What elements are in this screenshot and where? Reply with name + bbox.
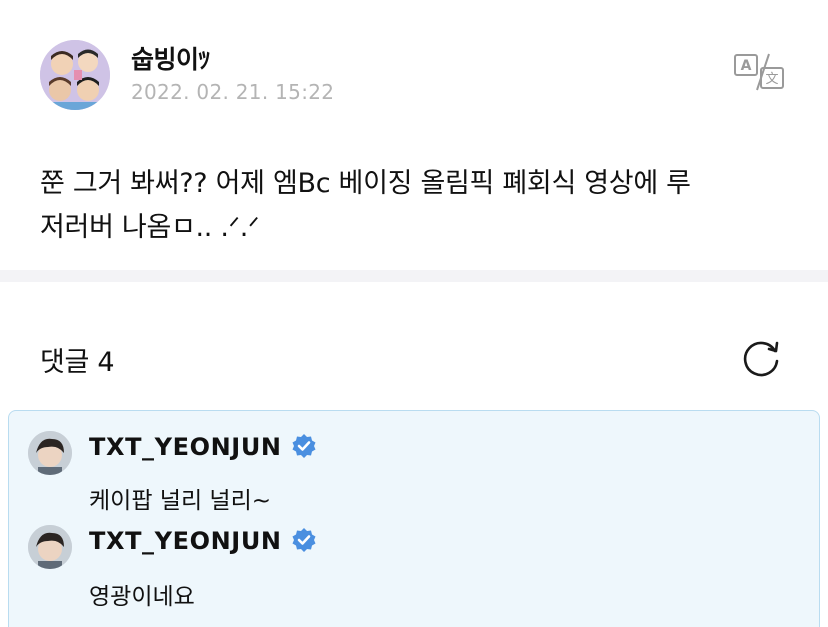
post-body-line: 저러버 나옴ㅁ.. .ᐟ.ᐟ bbox=[40, 212, 260, 243]
comments-title: 댓글 4 bbox=[40, 347, 115, 378]
comment-text: 영광이네요 bbox=[89, 584, 195, 610]
comment-author-avatar[interactable] bbox=[28, 431, 72, 475]
comment-item[interactable]: TXT_YEONJUN 케이팝 널리 널리~ bbox=[9, 411, 821, 514]
refresh-button[interactable] bbox=[739, 337, 783, 381]
author-name-text: 숩빙이 bbox=[131, 45, 199, 74]
post-body: 쭌 그거 봐써?? 어제 엠Bc 베이징 올림픽 폐회식 영상에 루 저러버 나… bbox=[40, 162, 800, 250]
comment-item[interactable]: TXT_YEONJUN 영광이네요 bbox=[9, 505, 821, 610]
post-author-avatar[interactable] bbox=[40, 40, 110, 110]
svg-text:A: A bbox=[741, 58, 752, 74]
comment-author-name[interactable]: TXT_YEONJUN bbox=[89, 433, 282, 461]
author-name-badge: ﾂ bbox=[198, 48, 211, 74]
comments-header: 댓글 4 bbox=[0, 282, 828, 410]
refresh-icon bbox=[743, 341, 779, 377]
post-body-line: 쭌 그거 봐써?? 어제 엠Bc 베이징 올림픽 폐회식 영상에 루 bbox=[40, 168, 691, 199]
verified-badge-icon bbox=[292, 434, 316, 458]
section-divider bbox=[0, 270, 828, 282]
svg-text:文: 文 bbox=[765, 72, 778, 87]
avatar-photo bbox=[28, 525, 72, 569]
translate-icon: A 文 bbox=[734, 53, 784, 91]
post-author-name[interactable]: 숩빙이ﾂ bbox=[131, 40, 210, 76]
verified-badge-icon bbox=[292, 528, 316, 552]
avatar-photo bbox=[28, 431, 72, 475]
translate-button[interactable]: A 文 bbox=[733, 52, 785, 92]
post-card: 숩빙이ﾂ 2022. 02. 21. 15:22 A 文 쭌 그거 봐써?? 어… bbox=[0, 0, 828, 270]
comment-author-name[interactable]: TXT_YEONJUN bbox=[89, 527, 282, 555]
avatar-illustration bbox=[40, 40, 110, 110]
artist-comments-panel: TXT_YEONJUN 케이팝 널리 널리~ TXT_YEONJUN 영광이네요 bbox=[8, 410, 820, 627]
post-timestamp: 2022. 02. 21. 15:22 bbox=[131, 80, 335, 104]
comment-author-avatar[interactable] bbox=[28, 525, 72, 569]
